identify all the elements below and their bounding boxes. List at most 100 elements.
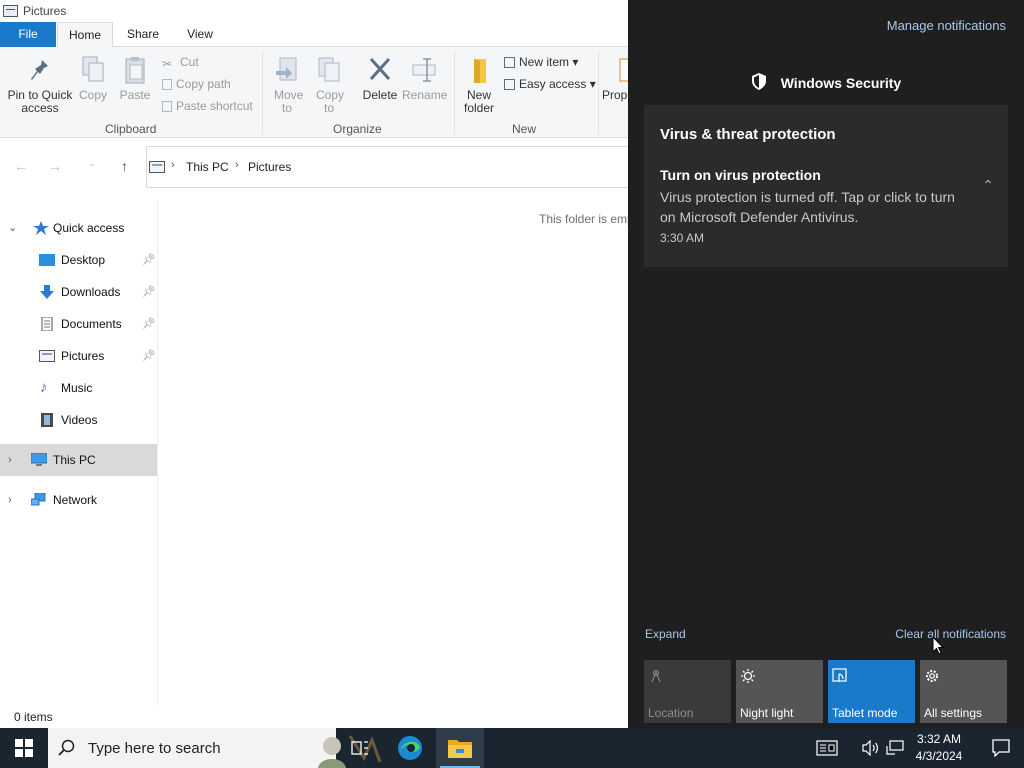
pin-to-quick-access-button[interactable]: Pin to Quick access [6,55,74,115]
group-label-clipboard: Clipboard [105,122,157,136]
pin-icon: 📌︎ [142,318,156,330]
paste-button[interactable]: Paste [118,55,152,102]
collapsed-chevron-icon[interactable]: › [8,444,12,476]
task-view-icon [351,741,368,755]
notification-speech-bubble-icon [992,739,1010,757]
address-bar[interactable]: › This PC › Pictures [146,146,628,188]
tab-share[interactable]: Share [118,22,168,47]
expanded-chevron-icon[interactable]: ⌄ [8,212,17,244]
nav-item-desktop[interactable]: Desktop 📌︎ [0,244,157,276]
status-item-count: 0 items [14,710,53,724]
breadcrumb-separator-icon: › [235,159,239,171]
breadcrumb-this-pc[interactable]: This PC [186,160,229,174]
tab-home[interactable]: Home [57,22,113,48]
window-title: Pictures [23,4,67,18]
network-icon [31,493,46,506]
night-light-icon [741,669,755,683]
start-button[interactable] [0,728,48,768]
cut-button[interactable]: ✂ Cut [162,55,199,71]
clock-date: 4/3/2024 [915,749,963,763]
pin-icon [31,60,48,80]
copy-path-button[interactable]: Copy path [162,77,231,91]
new-item-icon [504,57,515,68]
move-to-button[interactable]: Move to [270,55,304,115]
copy-icon [82,56,104,82]
desktop-icon [39,254,55,266]
taskbar-clock[interactable]: 3:32 AM 4/3/2024 [910,731,968,765]
pin-icon: 📌︎ [142,286,156,298]
expand-quick-actions-link[interactable]: Expand [645,627,686,641]
notification-time: 3:30 AM [660,231,705,245]
taskbar-edge-button[interactable] [386,728,434,768]
file-explorer-window: Pictures File Home Share View Pin to Qui… [0,0,628,728]
taskbar: Type here to search 3:32 AM 4/3/2024 [0,728,1024,768]
pin-icon: 📌︎ [142,350,156,362]
pin-icon: 📌︎ [142,254,156,266]
volume-icon[interactable] [862,740,880,756]
network-status-icon[interactable] [886,740,904,756]
collapsed-chevron-icon[interactable]: › [8,484,12,516]
taskbar-search-box[interactable]: Type here to search [48,728,382,768]
pictures-location-icon [149,161,165,173]
new-folder-button[interactable]: New folder [460,55,498,115]
quick-action-all-settings[interactable]: All settings [920,660,1007,723]
manage-notifications-link[interactable]: Manage notifications [887,18,1006,33]
nav-item-music[interactable]: ♪ Music [0,372,157,404]
recent-locations-chevron-icon[interactable]: ⌄ [88,158,96,169]
nav-this-pc[interactable]: › This PC [0,444,157,476]
notification-app-header: Windows Security [628,73,1024,91]
ribbon-home: Pin to Quick access Copy Paste ✂ Cut Copy… [0,47,628,138]
copy-path-icon [162,79,172,90]
collapse-chevron-icon[interactable]: ⌃ [982,177,994,194]
shield-icon [751,73,766,90]
clear-all-notifications-link[interactable]: Clear all notifications [895,627,1006,641]
title-bar[interactable]: Pictures [0,0,628,22]
nav-item-videos[interactable]: Videos [0,404,157,436]
copy-button[interactable]: Copy [78,55,108,102]
paste-shortcut-button[interactable]: Paste shortcut [162,99,253,113]
nav-item-pictures[interactable]: Pictures 📌︎ [0,340,157,372]
easy-access-icon [504,79,515,90]
nav-item-documents[interactable]: Documents 📌︎ [0,308,157,340]
notification-title: Turn on virus protection [660,167,821,183]
pane-divider[interactable] [157,200,158,705]
notification-card[interactable]: Virus & threat protection Turn on virus … [644,105,1008,267]
rename-button[interactable]: Rename [402,55,447,102]
nav-quick-access[interactable]: ⌄ Quick access [0,212,157,244]
tab-file[interactable]: File [0,22,56,47]
location-icon [651,670,661,683]
mouse-cursor-icon [932,636,944,655]
taskbar-file-explorer-button[interactable] [436,728,484,768]
group-label-new: New [512,122,537,136]
forward-arrow-icon[interactable]: → [48,158,62,174]
news-and-interests-icon[interactable] [816,740,838,756]
ribbon-tabs: File Home Share View [0,22,628,48]
new-item-button[interactable]: New item ▾ [504,55,578,69]
tab-view[interactable]: View [176,22,224,47]
easy-access-button[interactable]: Easy access ▾ [504,77,596,91]
breadcrumb-separator-icon: › [171,159,175,171]
edge-browser-icon [398,736,422,760]
film-strip-icon [41,413,53,427]
ribbon-separator [598,51,599,135]
copy-to-button[interactable]: Copy to [312,55,346,115]
breadcrumb-pictures[interactable]: Pictures [248,160,291,174]
computer-icon [31,453,47,466]
windows-logo-icon [15,739,33,757]
action-center-button[interactable] [978,728,1024,768]
nav-network[interactable]: › Network [0,484,157,516]
quick-action-night-light[interactable]: Night light [736,660,823,723]
delete-button[interactable]: Delete [360,55,400,102]
music-note-icon: ♪ [40,379,48,396]
nav-item-downloads[interactable]: Downloads 📌︎ [0,276,157,308]
notification-body: Virus protection is turned off. Tap or c… [660,189,955,225]
properties-button[interactable]: Prop [602,55,628,102]
quick-action-tablet-mode[interactable]: Tablet mode [828,660,915,723]
back-arrow-icon[interactable]: ← [14,158,28,174]
quick-action-location[interactable]: Location [644,660,731,723]
clock-time: 3:32 AM [916,732,962,746]
task-view-button[interactable] [336,728,384,768]
scissors-icon: ✂ [162,57,173,71]
up-arrow-icon[interactable]: ↑ [121,158,128,174]
file-explorer-icon [448,740,472,758]
